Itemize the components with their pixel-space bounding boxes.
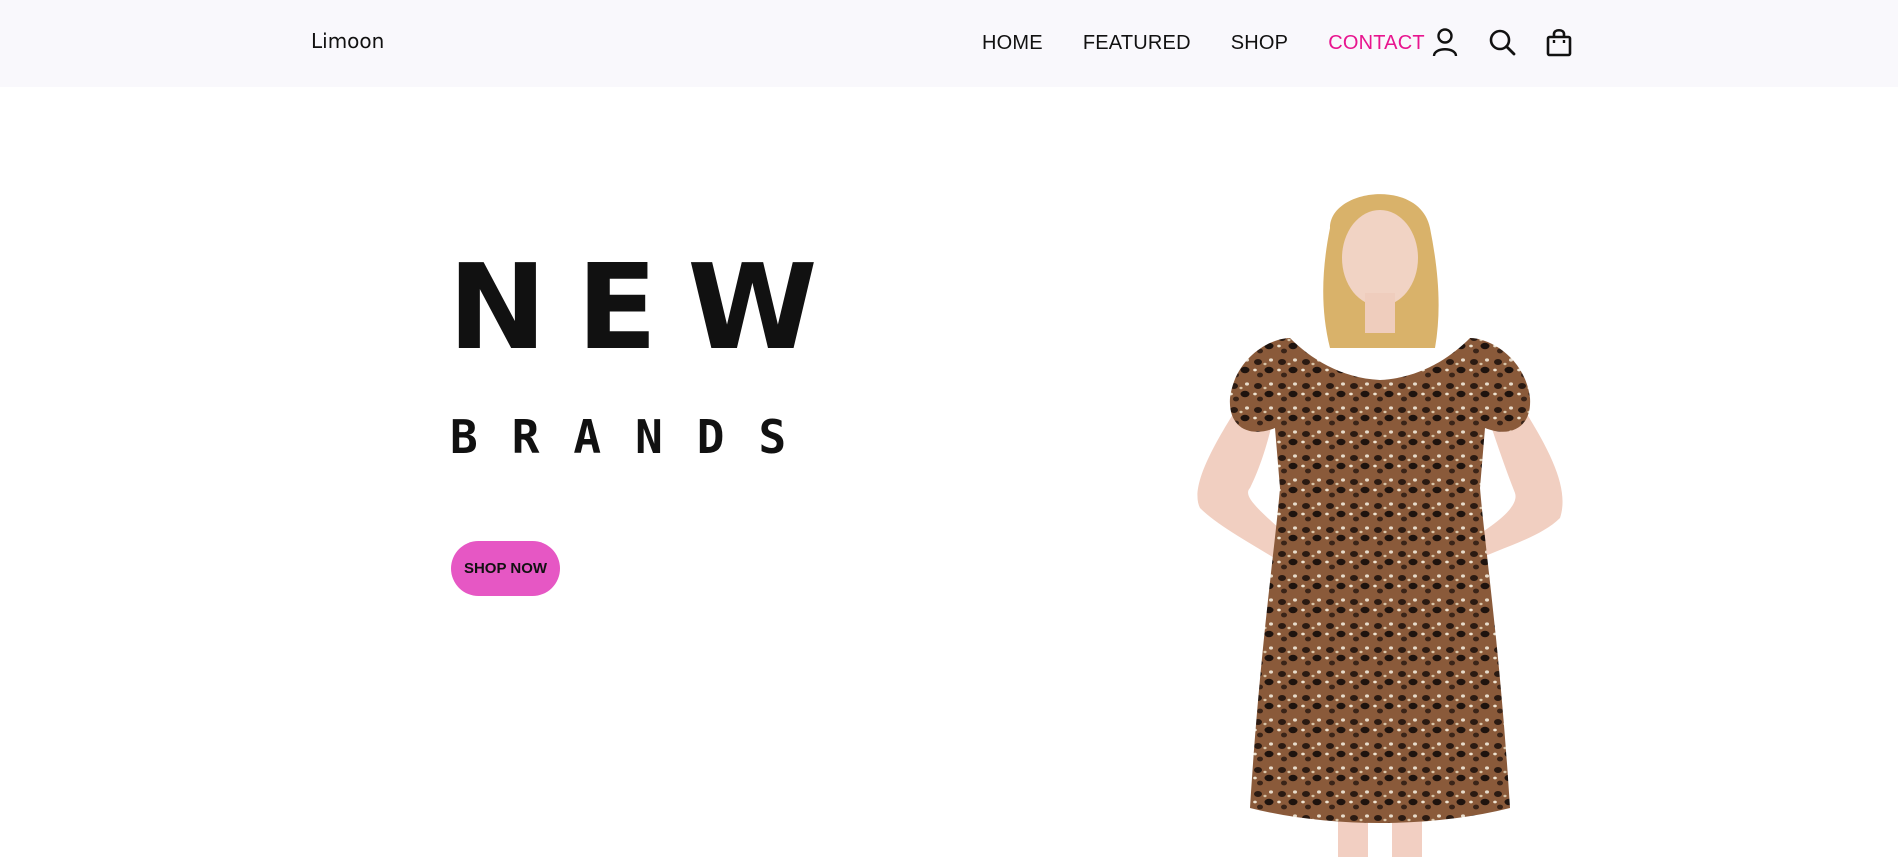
nav-home[interactable]: HOME <box>982 30 1043 56</box>
header-icons <box>1430 27 1574 57</box>
brand-logo[interactable]: Limoon <box>311 29 384 53</box>
hero-title: NEW <box>448 238 848 376</box>
hero-subtitle: BRANDS <box>450 410 821 464</box>
nav-contact[interactable]: CONTACT <box>1328 30 1425 56</box>
nav-featured[interactable]: FEATURED <box>1083 30 1191 56</box>
search-icon[interactable] <box>1487 27 1517 57</box>
shop-now-button[interactable]: SHOP NOW <box>451 541 560 596</box>
user-icon[interactable] <box>1430 27 1460 57</box>
bag-icon[interactable] <box>1544 27 1574 57</box>
main-nav: HOME FEATURED SHOP CONTACT <box>982 30 1465 56</box>
nav-shop[interactable]: SHOP <box>1231 30 1288 56</box>
model-image <box>1197 194 1563 857</box>
site-header: Limoon HOME FEATURED SHOP CONTACT <box>0 0 1898 87</box>
